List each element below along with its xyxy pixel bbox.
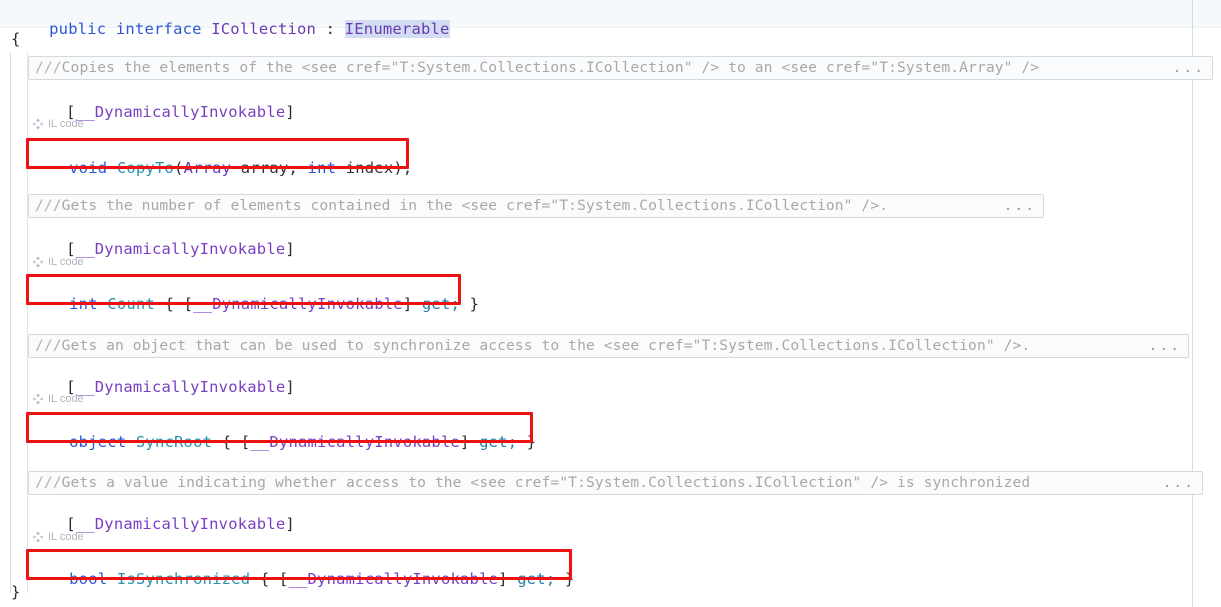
doc-comment-text: Gets the number of elements contained in… <box>61 196 889 214</box>
param-type-int: int <box>307 158 337 177</box>
codelens-il-code[interactable]: IL code <box>32 531 84 543</box>
indent-guide <box>10 52 11 593</box>
doc-comment-ellipsis: ... <box>1162 473 1195 491</box>
member-signature-copyto[interactable]: void CopyTo(Array array, int index); <box>31 145 412 192</box>
accessor-attribute-name[interactable]: __DynamicallyInvokable <box>193 295 403 313</box>
accessor-attribute-name[interactable]: __DynamicallyInvokable <box>250 433 460 451</box>
il-code-diamond-icon <box>32 393 44 405</box>
attribute-close-bracket: ] <box>285 377 295 396</box>
accessor-attribute-name[interactable]: __DynamicallyInvokable <box>288 570 498 588</box>
member-name-copyto[interactable]: CopyTo <box>117 159 174 177</box>
member-signature-syncroot[interactable]: object SyncRoot { [__DynamicallyInvokabl… <box>31 419 536 466</box>
doc-comment-text: Gets an object that can be used to synch… <box>61 336 1031 354</box>
doc-comment-prefix: /// <box>35 58 62 76</box>
member-signature-issynchronized[interactable]: bool IsSynchronized { [__DynamicallyInvo… <box>31 556 574 603</box>
codelens-il-code[interactable]: IL code <box>32 256 84 268</box>
il-code-diamond-icon <box>32 531 44 543</box>
doc-comment-prefix: /// <box>35 196 62 214</box>
declaration-colon: : <box>325 19 336 38</box>
return-type-int: int <box>69 294 98 313</box>
collapsed-doc-comment[interactable]: ///Gets an object that can be used to sy… <box>28 334 1189 358</box>
doc-comment-ellipsis: ... <box>1003 196 1036 214</box>
member-signature-count[interactable]: int Count { [__DynamicallyInvokable] get… <box>31 281 479 328</box>
return-type-object: object <box>69 432 127 451</box>
attribute-open-bracket: [ <box>66 239 76 258</box>
codelens-il-code[interactable]: IL code <box>32 118 84 130</box>
attribute-name[interactable]: __DynamicallyInvokable <box>76 378 286 396</box>
param-type-array: Array <box>183 158 232 177</box>
close-brace: } <box>11 583 21 601</box>
collapsed-doc-comment[interactable]: ///Gets the number of elements contained… <box>28 194 1044 218</box>
interface-declaration-line[interactable]: public interface ICollection : IEnumerab… <box>11 6 450 53</box>
codelens-label: IL code <box>48 117 84 130</box>
attribute-name[interactable]: __DynamicallyInvokable <box>76 240 286 258</box>
collapsed-doc-comment[interactable]: ///Copies the elements of the <see cref=… <box>28 56 1213 80</box>
doc-comment-prefix: /// <box>35 336 62 354</box>
open-brace: { <box>11 30 21 48</box>
il-code-diamond-icon <box>32 118 44 130</box>
return-type-void: void <box>69 158 108 177</box>
column-margin-ruler <box>1192 0 1193 607</box>
code-editor-surface[interactable]: public interface ICollection : IEnumerab… <box>0 0 1221 607</box>
attribute-close-bracket: ] <box>285 514 295 533</box>
doc-comment-ellipsis: ... <box>1148 336 1181 354</box>
doc-comment-prefix: /// <box>35 473 62 491</box>
return-type-bool: bool <box>69 569 108 588</box>
doc-comment-ellipsis: ... <box>1172 58 1205 76</box>
codelens-label: IL code <box>48 255 84 268</box>
member-name-count[interactable]: Count <box>107 295 155 313</box>
codelens-il-code[interactable]: IL code <box>32 393 84 405</box>
codelens-label: IL code <box>48 530 84 543</box>
member-name-issynchronized[interactable]: IsSynchronized <box>117 570 250 588</box>
doc-comment-text: Copies the elements of the <see cref="T:… <box>61 58 1040 76</box>
keyword-interface: interface <box>115 19 202 38</box>
member-name-syncroot[interactable]: SyncRoot <box>136 433 212 451</box>
param-name-index: index <box>345 158 394 177</box>
codelens-label: IL code <box>48 392 84 405</box>
collapsed-doc-comment[interactable]: ///Gets a value indicating whether acces… <box>28 471 1203 495</box>
attribute-name[interactable]: __DynamicallyInvokable <box>76 103 286 121</box>
attribute-open-bracket: [ <box>66 514 76 533</box>
il-code-diamond-icon <box>32 256 44 268</box>
get-accessor: get; <box>479 432 518 451</box>
base-interface-name[interactable]: IEnumerable <box>344 19 450 38</box>
param-name-array: array <box>240 158 289 177</box>
keyword-public: public <box>49 19 107 38</box>
attribute-close-bracket: ] <box>285 239 295 258</box>
interface-name: ICollection <box>211 19 317 38</box>
attribute-close-bracket: ] <box>285 102 295 121</box>
get-accessor: get; <box>517 569 556 588</box>
attribute-name[interactable]: __DynamicallyInvokable <box>76 515 286 533</box>
doc-comment-text: Gets a value indicating whether access t… <box>61 473 1031 491</box>
get-accessor: get; <box>421 294 461 313</box>
